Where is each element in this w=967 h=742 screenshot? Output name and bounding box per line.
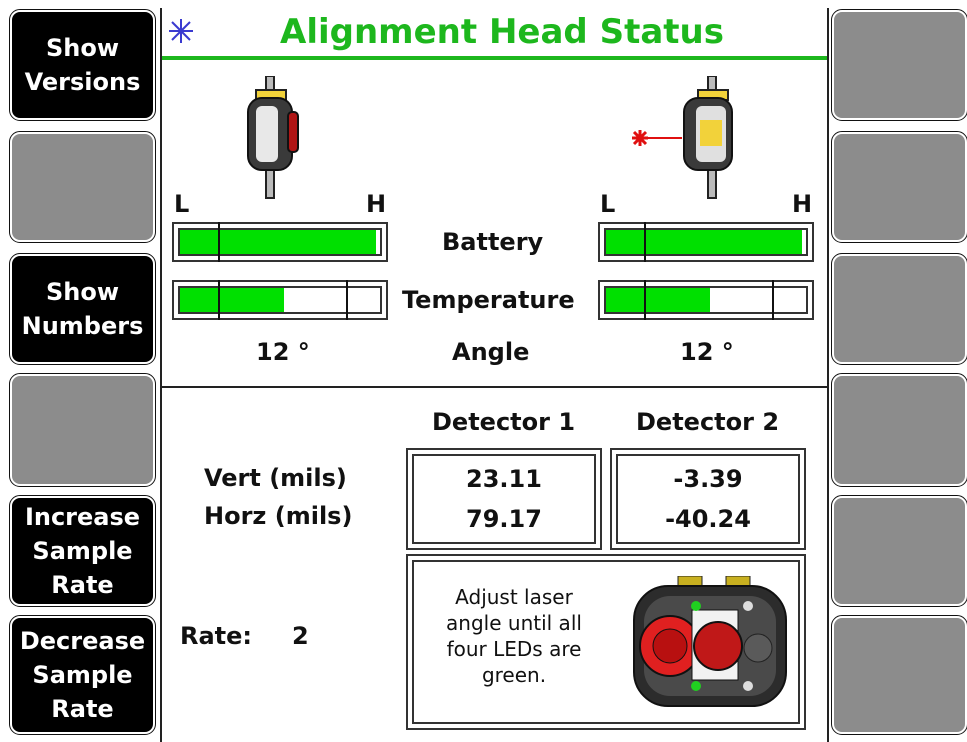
right-sensor-head-icon <box>632 76 733 199</box>
laser-star-icon <box>169 19 193 43</box>
right-high-label: H <box>792 190 813 218</box>
rate-label: Rate: <box>180 622 253 650</box>
detector-2-horz-value: -40.24 <box>665 505 751 533</box>
alignment-head-status-panel: Alignment Head Status L H L H Battery Te… <box>160 8 829 742</box>
vert-label: Vert (mils) <box>204 464 347 492</box>
right-softkey-1[interactable] <box>831 9 967 121</box>
battery-label: Battery <box>442 228 544 256</box>
left-high-label: H <box>366 190 387 218</box>
angle-label: Angle <box>452 338 530 366</box>
show-versions-label: Show Versions <box>24 34 141 96</box>
increase-sample-rate-button[interactable]: Increase Sample Rate <box>9 495 156 607</box>
detector-2-values: -3.39 -40.24 <box>610 448 806 550</box>
temperature-label: Temperature <box>402 286 575 314</box>
detector-1-vert-value: 23.11 <box>466 465 542 493</box>
right-temperature-fill <box>606 288 710 312</box>
right-softkey-5[interactable] <box>831 495 967 607</box>
detector-1-values: 23.11 79.17 <box>406 448 602 550</box>
left-battery-bar <box>172 222 388 262</box>
section-divider <box>162 386 827 388</box>
left-temperature-fill <box>180 288 284 312</box>
right-softkey-2[interactable] <box>831 131 967 243</box>
right-battery-fill <box>606 230 802 254</box>
right-softkey-4[interactable] <box>831 373 967 487</box>
left-softkey-2[interactable] <box>9 131 156 243</box>
right-softkey-3[interactable] <box>831 253 967 365</box>
right-softkey-6[interactable] <box>831 615 967 735</box>
rate-value: 2 <box>292 622 309 650</box>
left-battery-fill <box>180 230 376 254</box>
right-low-label: L <box>600 190 616 218</box>
right-angle-value: 12 ° <box>680 338 734 366</box>
show-numbers-button[interactable]: Show Numbers <box>9 253 156 365</box>
right-battery-bar <box>598 222 814 262</box>
horz-label: Horz (mils) <box>204 502 353 530</box>
left-sensor-head-icon <box>247 76 299 199</box>
detector-1-horz-value: 79.17 <box>466 505 542 533</box>
left-angle-value: 12 ° <box>256 338 310 366</box>
left-temperature-bar <box>172 280 388 320</box>
page-title: Alignment Head Status <box>280 12 724 52</box>
decrease-sample-rate-label: Decrease Sample Rate <box>19 627 146 723</box>
detector-target-icon <box>633 576 787 707</box>
detector-2-vert-value: -3.39 <box>673 465 743 493</box>
left-low-label: L <box>174 190 190 218</box>
instruction-text: Adjust laser angle until all four LEDs a… <box>446 585 582 687</box>
title-rule <box>162 56 827 60</box>
instruction-box: Adjust laser angle until all four LEDs a… <box>406 554 806 730</box>
detector-2-header: Detector 2 <box>636 408 780 436</box>
right-temperature-bar <box>598 280 814 320</box>
decrease-sample-rate-button[interactable]: Decrease Sample Rate <box>9 615 156 735</box>
show-versions-button[interactable]: Show Versions <box>9 9 156 121</box>
detector-1-header: Detector 1 <box>432 408 576 436</box>
left-softkey-4[interactable] <box>9 373 156 487</box>
show-numbers-label: Show Numbers <box>21 278 144 340</box>
increase-sample-rate-label: Increase Sample Rate <box>24 503 141 599</box>
